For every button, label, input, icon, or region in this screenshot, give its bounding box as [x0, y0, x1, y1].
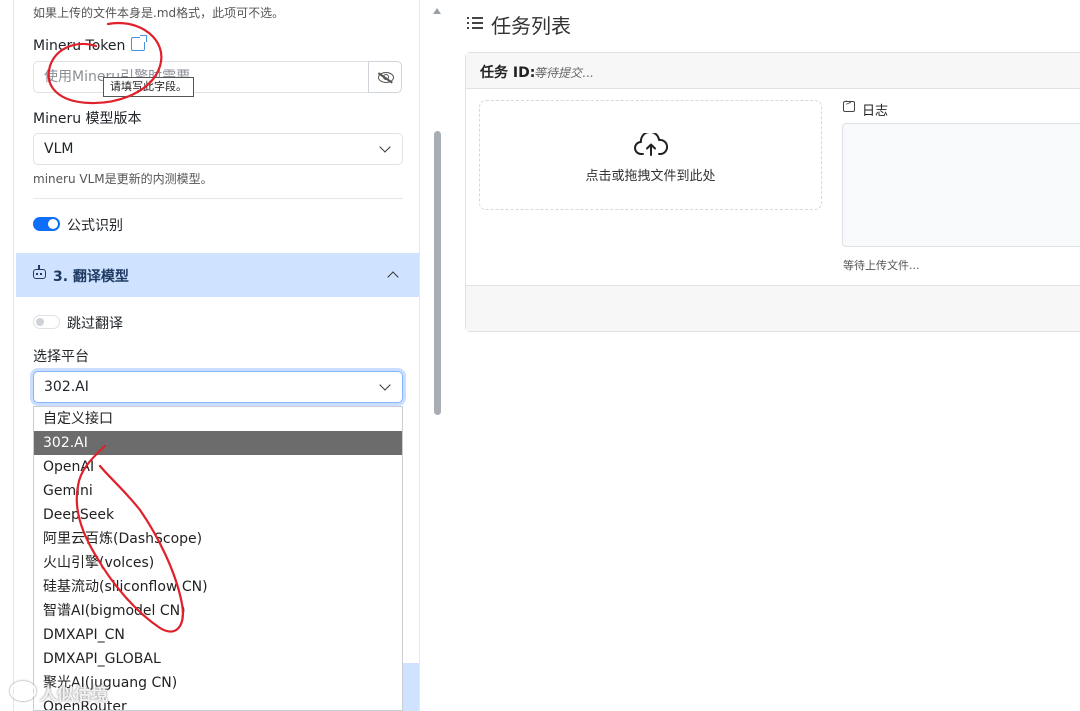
log-status: 等待上传文件...: [843, 259, 920, 272]
platform-option[interactable]: DMXAPI_CN: [34, 623, 402, 647]
platform-option[interactable]: 自定义接口: [34, 407, 402, 431]
log-output: [842, 123, 1080, 247]
skip-translation-toggle[interactable]: [33, 315, 60, 329]
platform-option[interactable]: 智谱AI(bigmodel CN): [34, 599, 402, 623]
platform-select[interactable]: 302.AI: [33, 371, 403, 403]
divider: [33, 198, 403, 199]
formula-recognition-label: 公式识别: [67, 218, 123, 234]
window-left-edge: [0, 0, 14, 711]
skip-translation-label: 跳过翻译: [67, 316, 123, 332]
platform-dropdown-list: 自定义接口 302.AI OpenAI Gemini DeepSeek 阿里云百炼(Das…: [33, 406, 403, 711]
platform-option[interactable]: Gemini: [34, 479, 402, 503]
external-link-icon[interactable]: [131, 35, 148, 51]
section-title: 3. 翻译模型: [53, 269, 129, 285]
task-card-header: 任务 ID: 等待提交...: [466, 53, 1080, 89]
md-format-hint: 如果上传的文件本身是.md格式，此项可不选。: [33, 6, 285, 20]
toggle-visibility-button[interactable]: [368, 61, 402, 93]
mineru-model-value: VLM: [44, 141, 74, 157]
section-translation-model-header[interactable]: 3. 翻译模型: [16, 253, 419, 297]
task-id-label: 任务 ID:: [480, 65, 536, 81]
list-icon: [467, 16, 483, 30]
task-id-value: 等待提交...: [534, 66, 594, 80]
platform-option[interactable]: 火山引擎(volces): [34, 551, 402, 575]
platform-option[interactable]: 阿里云百炼(DashScope): [34, 527, 402, 551]
drop-zone-text: 点击或拖拽文件到此处: [585, 169, 716, 184]
platform-option[interactable]: 302.AI: [34, 431, 402, 455]
cloud-upload-icon: [634, 133, 668, 156]
scroll-up-arrow-icon[interactable]: [433, 8, 441, 14]
watermark-logo-icon: [10, 681, 36, 701]
platform-label: 选择平台: [33, 349, 89, 365]
platform-option[interactable]: OpenAI: [34, 455, 402, 479]
file-drop-zone[interactable]: 点击或拖拽文件到此处: [479, 100, 822, 210]
required-field-tooltip: 请填写此字段。: [103, 77, 194, 97]
watermark-text: 人似估境: [40, 685, 108, 705]
platform-option[interactable]: 硅基流动(siliconflow CN): [34, 575, 402, 599]
task-card-footer: [466, 285, 1080, 331]
terminal-icon: [843, 98, 855, 112]
next-section-header[interactable]: [403, 663, 419, 711]
formula-recognition-toggle[interactable]: [33, 217, 60, 231]
mineru-token-input[interactable]: 使用Mineru引擎时需要: [33, 61, 369, 93]
mineru-model-label: Mineru 模型版本: [33, 111, 142, 127]
scrollbar-thumb[interactable]: [434, 131, 441, 415]
platform-option[interactable]: DMXAPI_GLOBAL: [34, 647, 402, 671]
mineru-model-select[interactable]: VLM: [33, 133, 403, 165]
platform-select-value: 302.AI: [44, 379, 89, 395]
mineru-token-label: Mineru Token: [33, 35, 148, 54]
task-list-title: 任务列表: [491, 14, 571, 38]
chevron-up-icon: [387, 271, 399, 283]
mineru-model-description: mineru VLM是更新的内测模型。: [33, 172, 213, 186]
platform-option[interactable]: DeepSeek: [34, 503, 402, 527]
mineru-token-label-text: Mineru Token: [33, 38, 126, 54]
robot-icon: [33, 265, 46, 279]
log-label: 日志: [862, 104, 889, 119]
